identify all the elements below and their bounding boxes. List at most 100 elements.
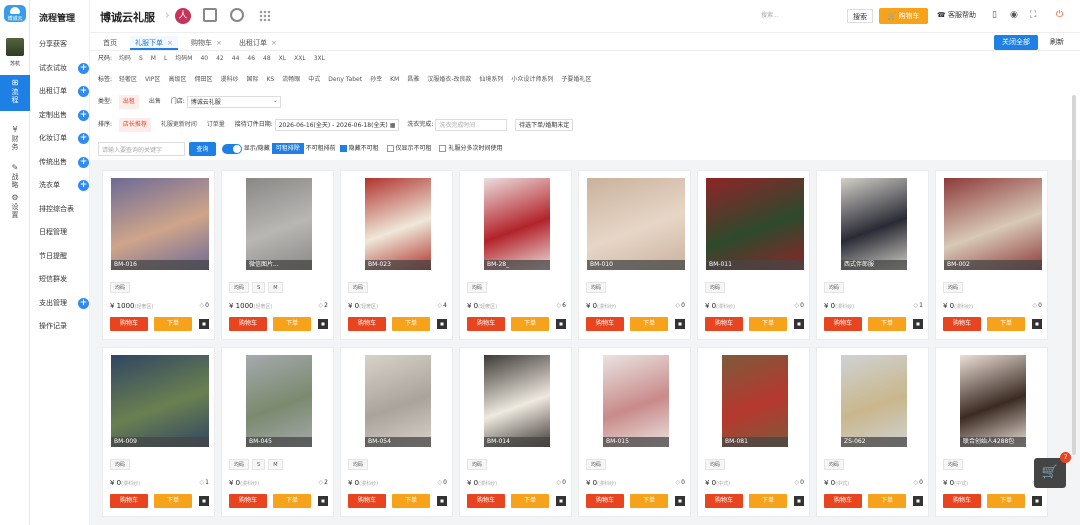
user-app-icon[interactable]: 人	[175, 8, 191, 24]
qr-code-icon[interactable]	[675, 496, 685, 506]
tag-option[interactable]: 国际	[246, 73, 258, 87]
tag-option[interactable]: 汉服婚衣-改良款	[427, 73, 471, 87]
size-option[interactable]: 3XL	[314, 52, 325, 66]
size-option[interactable]: 42	[216, 52, 224, 66]
product-card[interactable]: BM-011 均码 ¥ 0(漫科纱) 0 购物车下单	[697, 170, 810, 340]
close-all-button[interactable]: 关闭全部	[994, 35, 1038, 50]
tag-option[interactable]: 轻奢区	[119, 73, 137, 87]
rail-item-1[interactable]: ¥ 财务	[0, 122, 30, 152]
product-card[interactable]: BM-002 均码 ¥ 0(漫科纱) 0 购物车下单	[935, 170, 1048, 340]
product-photo[interactable]: 联合创始人4288包	[960, 355, 1026, 447]
floating-cart-button[interactable]: 🛒	[1034, 458, 1066, 488]
add-to-cart-button[interactable]: 购物车	[705, 494, 743, 508]
wash-date-input[interactable]: 洗衣完成时间	[435, 118, 508, 131]
product-photo[interactable]: BM-002	[944, 178, 1042, 270]
tag-option[interactable]: 小众设计师系列	[511, 73, 553, 87]
order-button[interactable]: 下单	[868, 494, 906, 508]
cart-button[interactable]: 🛒 购物车	[879, 8, 928, 24]
tag-option[interactable]: VIP区	[145, 73, 161, 87]
size-option[interactable]: 46	[247, 52, 255, 66]
product-card[interactable]: BM-023 均码 ¥ 0(轻奢区) 4 购物车下单	[340, 170, 453, 340]
avatar[interactable]	[6, 38, 24, 56]
tag-option[interactable]: 高级区	[168, 73, 186, 87]
size-option[interactable]: 44	[232, 52, 240, 66]
size-option[interactable]: L	[164, 52, 167, 66]
tab-item[interactable]: 首页	[98, 36, 122, 50]
add-to-cart-button[interactable]: 购物车	[467, 494, 505, 508]
help-link[interactable]: ☎ 客服帮助	[937, 10, 976, 20]
tag-option[interactable]: 漫科纱	[220, 73, 238, 87]
plus-icon[interactable]: +	[78, 297, 89, 309]
product-photo[interactable]: BM-054	[365, 355, 431, 447]
size-option[interactable]: XL	[279, 52, 286, 66]
product-card[interactable]: BM-014 均码 ¥ 0(漫科纱) 0 购物车下单	[459, 347, 572, 517]
product-card[interactable]: 联合创始人4288包均码¥ 0(中式)0购物车下单	[935, 347, 1048, 517]
product-card[interactable]: BM-010 均码 ¥ 0(漫科纱) 0 购物车下单	[578, 170, 691, 340]
product-card[interactable]: 微信图片... 均码SM ¥ 1000(轻奢区) 2 购物车下单	[221, 170, 334, 340]
add-to-cart-button[interactable]: 购物车	[229, 494, 267, 508]
order-button[interactable]: 下单	[630, 494, 668, 508]
qr-code-icon[interactable]	[794, 319, 804, 329]
order-button[interactable]: 下单	[749, 317, 787, 331]
submenu-item[interactable]: 排控综合表	[39, 203, 89, 215]
date-range-input[interactable]: 2026-06-16(全天) - 2026-06-18(全天) ▦	[274, 118, 400, 131]
qr-code-icon[interactable]	[556, 496, 566, 506]
plus-icon[interactable]: +	[78, 156, 89, 168]
add-to-cart-button[interactable]: 购物车	[110, 494, 148, 508]
submenu-item[interactable]: 操作记录	[39, 320, 89, 332]
add-to-cart-button[interactable]: 购物车	[586, 494, 624, 508]
type-option-rent[interactable]: 出租	[118, 95, 139, 109]
order-button[interactable]: 下单	[154, 494, 192, 508]
qr-code-icon[interactable]	[437, 496, 447, 506]
product-card[interactable]: BM-009 均码 ¥ 0(漫科纱) 1 购物车下单	[102, 347, 215, 517]
mobile-icon[interactable]: ▯	[992, 10, 997, 20]
qr-code-icon[interactable]	[437, 319, 447, 329]
product-card[interactable]: BM-28_ 均码 ¥ 0(轻奢区) 6 购物车下单	[459, 170, 572, 340]
submenu-item[interactable]: 试衣试妆 +	[39, 62, 89, 74]
plus-icon[interactable]: +	[78, 180, 89, 191]
order-button[interactable]: 下单	[987, 494, 1025, 508]
add-to-cart-button[interactable]: 购物车	[348, 317, 386, 331]
close-icon[interactable]: ×	[216, 39, 222, 47]
hide-unavailable-checkbox[interactable]	[339, 145, 347, 152]
product-photo[interactable]: BM-009	[111, 355, 209, 447]
product-photo[interactable]: BM-011	[706, 178, 804, 270]
qr-code-icon[interactable]	[1032, 319, 1042, 329]
swirl-icon[interactable]	[230, 8, 244, 22]
store-select[interactable]: 博诚云礼服	[186, 95, 281, 108]
grid-icon[interactable]	[259, 10, 271, 22]
size-option[interactable]: M	[151, 52, 156, 66]
qr-code-icon[interactable]	[318, 496, 328, 506]
size-option[interactable]: 40	[200, 52, 208, 66]
close-icon[interactable]: ×	[271, 39, 277, 47]
flag-icon[interactable]	[203, 8, 217, 22]
product-photo[interactable]: 微信图片...	[246, 178, 312, 270]
order-button[interactable]: 下单	[868, 317, 906, 331]
rail-item-3[interactable]: ⚙ 设置	[0, 190, 30, 220]
product-card[interactable]: ZS-062 均码 ¥ 0(中式) 0 购物车下单	[816, 347, 929, 517]
available-chip[interactable]: 可租排除	[271, 143, 304, 154]
rail-item-0[interactable]: ⊞ 流程	[0, 75, 30, 111]
submenu-item[interactable]: 短信群发	[39, 273, 89, 285]
product-photo[interactable]: ZS-062	[841, 355, 907, 447]
order-button[interactable]: 下单	[154, 317, 192, 331]
product-photo[interactable]: BM-010	[587, 178, 685, 270]
product-photo[interactable]: BM-045	[246, 355, 312, 447]
plus-icon[interactable]: +	[78, 86, 89, 97]
submenu-item[interactable]: 节日提醒	[39, 250, 89, 262]
product-photo[interactable]: BM-014	[484, 355, 550, 447]
add-to-cart-button[interactable]: 购物车	[348, 494, 386, 508]
multi-time-checkbox[interactable]	[439, 145, 447, 152]
product-photo[interactable]: BM-081	[722, 355, 788, 447]
submenu-item[interactable]: 传统出售 +	[39, 156, 89, 168]
size-option[interactable]: XXL	[294, 52, 306, 66]
target-icon[interactable]: ◉	[1010, 10, 1018, 20]
order-button[interactable]: 下单	[273, 494, 311, 508]
submenu-item[interactable]: 日程管理	[39, 226, 89, 238]
tag-option[interactable]: KM	[390, 73, 399, 87]
tag-option[interactable]: Deny Tabet	[328, 73, 362, 87]
product-card[interactable]: BM-016 均码 ¥ 1000(轻奢区) 0 购物车下单	[102, 170, 215, 340]
qr-code-icon[interactable]	[556, 319, 566, 329]
product-card[interactable]: 西式伴郎服均码 ¥ 0(漫科纱) 1 购物车下单	[816, 170, 929, 340]
add-to-cart-button[interactable]: 购物车	[705, 317, 743, 331]
